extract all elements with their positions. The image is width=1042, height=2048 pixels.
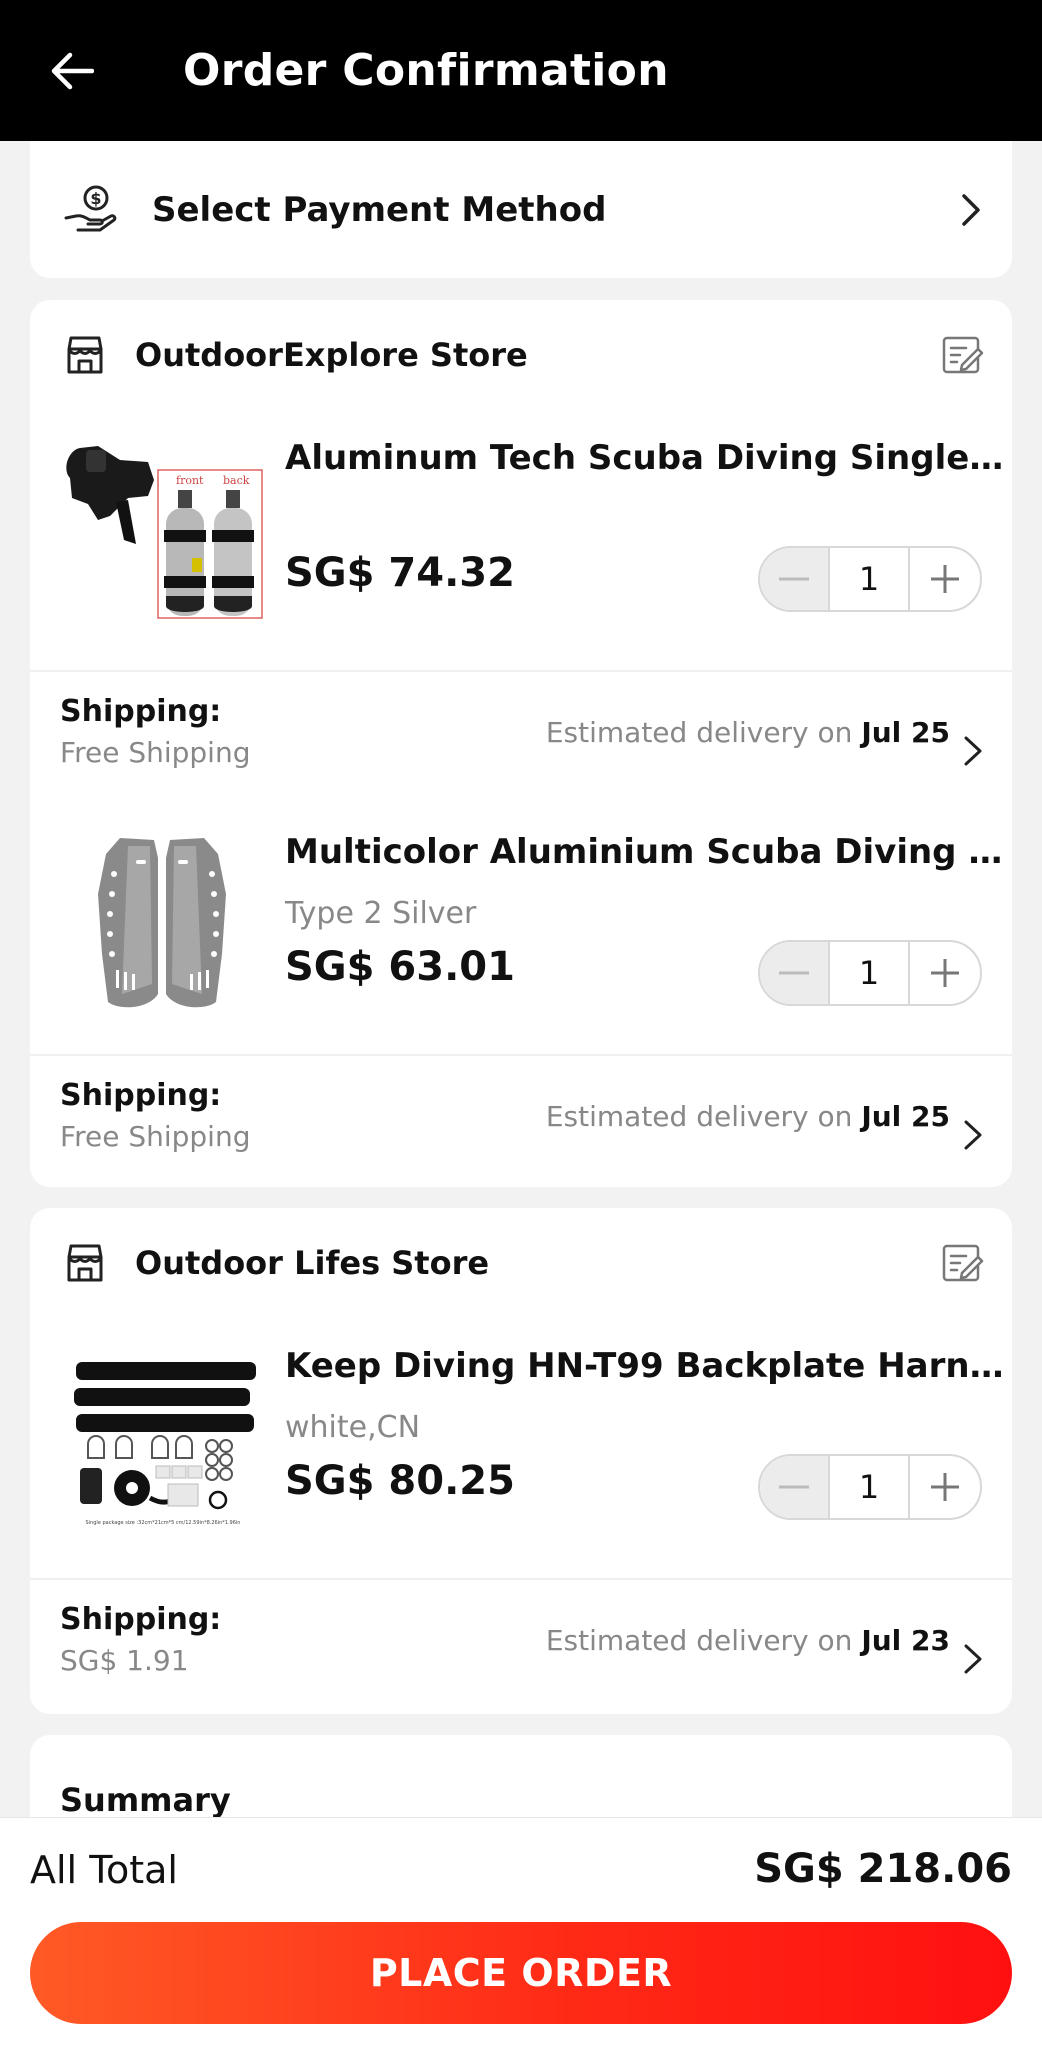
plus-icon: [931, 959, 959, 987]
store-name: Outdoor Lifes Store: [135, 1244, 490, 1282]
quantity-stepper: 1: [758, 940, 982, 1006]
estimated-delivery-prefix: Estimated delivery on: [545, 1100, 853, 1133]
estimated-delivery-prefix: Estimated delivery on: [545, 1624, 853, 1657]
edit-note-icon[interactable]: [940, 1241, 984, 1285]
summary-card: Summary: [30, 1735, 1012, 1817]
select-payment-method-row[interactable]: $ Select Payment Method: [30, 141, 1012, 278]
product-thumbnail: [58, 834, 268, 1014]
estimated-delivery-date: Jul 23: [861, 1624, 950, 1657]
page-title: Order Confirmation: [183, 45, 669, 96]
increase-quantity-button[interactable]: [910, 1456, 980, 1518]
store-header: Outdoor Lifes Store: [30, 1208, 1012, 1318]
store-card-outdoorexplore: OutdoorExplore Store front back Aluminum…: [30, 300, 1012, 1187]
shipping-value: SG$ 1.91: [60, 1644, 189, 1677]
shipping-value: Free Shipping: [60, 1120, 251, 1153]
estimated-delivery-date: Jul 25: [861, 1100, 950, 1133]
product-thumbnail: front back: [58, 440, 268, 620]
product-variant: white,CN: [285, 1410, 421, 1445]
estimated-delivery: Estimated delivery on Jul 23: [546, 1624, 950, 1657]
thumb-label-back: back: [223, 474, 250, 487]
order-content[interactable]: $ Select Payment Method OutdoorExplore S…: [0, 141, 1042, 1817]
product-item[interactable]: front back Aluminum Tech Scuba Diving Si…: [30, 410, 1012, 650]
product-price: SG$ 63.01: [285, 944, 515, 990]
store-icon: [67, 1244, 103, 1282]
chevron-right-icon: [962, 193, 980, 226]
decrease-quantity-button[interactable]: [760, 548, 830, 610]
minus-icon: [779, 577, 809, 581]
quantity-stepper: 1: [758, 546, 982, 612]
product-title[interactable]: Aluminum Tech Scuba Diving Single Tank .…: [285, 438, 1005, 478]
top-bar: Order Confirmation: [0, 0, 1042, 141]
product-price: SG$ 80.25: [285, 1458, 515, 1504]
chevron-right-icon: [964, 736, 982, 766]
estimated-delivery-prefix: Estimated delivery on: [545, 716, 853, 749]
store-card-outdoor-lifes: Outdoor Lifes Store Single package size …: [30, 1208, 1012, 1714]
decrease-quantity-button[interactable]: [760, 1456, 830, 1518]
quantity-value[interactable]: 1: [830, 942, 910, 1004]
payment-card: $ Select Payment Method: [30, 141, 1012, 278]
store-name: OutdoorExplore Store: [135, 336, 528, 374]
shipping-row[interactable]: Shipping: Free Shipping Estimated delive…: [30, 670, 1012, 804]
shipping-label: Shipping:: [60, 694, 222, 729]
place-order-button[interactable]: PLACE ORDER: [30, 1922, 1012, 2024]
estimated-delivery: Estimated delivery on Jul 25: [546, 1100, 950, 1133]
estimated-delivery: Estimated delivery on Jul 25: [546, 716, 950, 749]
product-price: SG$ 74.32: [285, 550, 515, 596]
thumb-caption: Single package size :32cm*21cm*5 cm/12.5…: [86, 1520, 241, 1526]
plus-icon: [931, 565, 959, 593]
shipping-value: Free Shipping: [60, 736, 251, 769]
shipping-label: Shipping:: [60, 1078, 222, 1113]
product-thumbnail: Single package size :32cm*21cm*5 cm/12.5…: [58, 1348, 268, 1528]
quantity-value[interactable]: 1: [830, 548, 910, 610]
estimated-delivery-date: Jul 25: [861, 716, 950, 749]
increase-quantity-button[interactable]: [910, 548, 980, 610]
plus-icon: [931, 1473, 959, 1501]
quantity-stepper: 1: [758, 1454, 982, 1520]
product-title[interactable]: Keep Diving HN-T99 Backplate Harness ...: [285, 1346, 1005, 1386]
product-item[interactable]: Multicolor Aluminium Scuba Diving Techn.…: [30, 804, 1012, 1044]
total-value: SG$ 218.06: [754, 1846, 1012, 1892]
arrow-left-icon: [51, 52, 94, 89]
store-icon: [67, 336, 103, 374]
shipping-label: Shipping:: [60, 1602, 222, 1637]
quantity-value[interactable]: 1: [830, 1456, 910, 1518]
shipping-row[interactable]: Shipping: Free Shipping Estimated delive…: [30, 1054, 1012, 1187]
thumb-label-front: front: [176, 474, 204, 487]
checkout-bar: All Total SG$ 218.06 PLACE ORDER: [0, 1817, 1042, 2048]
chevron-right-icon: [964, 1644, 982, 1674]
edit-note-icon[interactable]: [940, 333, 984, 377]
hand-coin-icon: $: [64, 185, 117, 231]
product-variant: Type 2 Silver: [285, 896, 477, 931]
svg-text:$: $: [90, 189, 101, 208]
product-title[interactable]: Multicolor Aluminium Scuba Diving Techn.…: [285, 832, 1005, 872]
increase-quantity-button[interactable]: [910, 942, 980, 1004]
total-label: All Total: [30, 1848, 178, 1892]
shipping-row[interactable]: Shipping: SG$ 1.91 Estimated delivery on…: [30, 1578, 1012, 1712]
minus-icon: [779, 1485, 809, 1489]
product-item[interactable]: Single package size :32cm*21cm*5 cm/12.5…: [30, 1318, 1012, 1558]
back-button[interactable]: [36, 35, 108, 107]
store-header: OutdoorExplore Store: [30, 300, 1012, 410]
minus-icon: [779, 971, 809, 975]
decrease-quantity-button[interactable]: [760, 942, 830, 1004]
payment-label: Select Payment Method: [152, 189, 607, 230]
summary-title: Summary: [60, 1781, 231, 1817]
chevron-right-icon: [964, 1120, 982, 1150]
